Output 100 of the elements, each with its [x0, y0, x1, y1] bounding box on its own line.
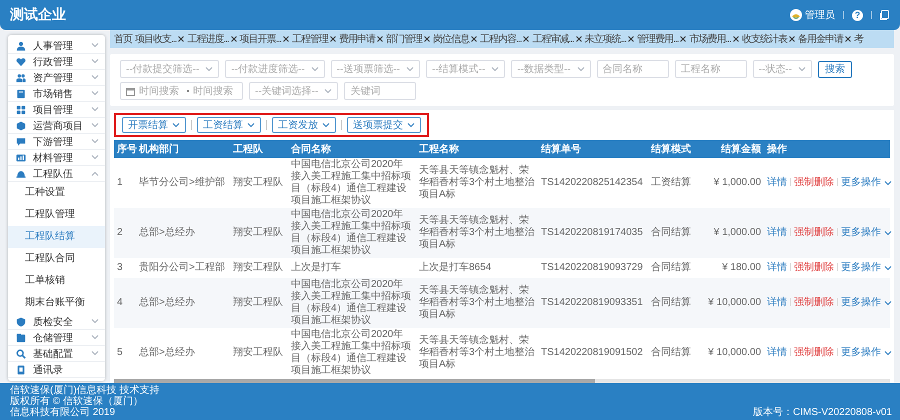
sidebar-item[interactable]: 人事管理: [8, 38, 105, 54]
table-cell: 合同结算: [648, 208, 698, 258]
input-field[interactable]: 合同名称: [596, 60, 669, 78]
sidebar-item[interactable]: 项目管理: [8, 102, 105, 118]
book-icon: [16, 88, 26, 98]
input-field[interactable]: 关键词: [344, 82, 416, 100]
helmet-icon: [16, 168, 26, 178]
sidebar-item[interactable]: 基础配置: [8, 346, 105, 362]
sidebar-subitem[interactable]: 工程队管理: [8, 204, 105, 226]
delete-link[interactable]: 强制删除: [794, 227, 834, 239]
table-cell: 上次是打车: [288, 258, 416, 278]
sidebar-item[interactable]: 运营商项目: [8, 118, 105, 134]
tab[interactable]: 市场费用...: [689, 32, 739, 46]
tab[interactable]: 备用金申请: [798, 32, 851, 46]
details-link[interactable]: 详情: [767, 297, 787, 309]
sidebar-subitem[interactable]: 工程队结算: [8, 226, 105, 248]
caret-icon: [324, 88, 332, 94]
table-cell: 合同结算: [648, 258, 698, 278]
tab[interactable]: 考: [854, 32, 863, 46]
delete-link[interactable]: 强制删除: [794, 297, 834, 309]
tab[interactable]: 工程审减...: [532, 32, 582, 46]
cube-icon: [16, 120, 26, 130]
more-actions-link[interactable]: 更多操作: [841, 177, 892, 189]
sidebar-item[interactable]: 行政管理: [8, 54, 105, 70]
tab[interactable]: 首页: [114, 32, 132, 46]
table-cell: 翔安工程队: [230, 258, 288, 278]
sidebar-item[interactable]: 工程队伍: [8, 166, 105, 182]
sidebar-item[interactable]: 市场销售: [8, 86, 105, 102]
search-icon: [16, 348, 26, 358]
sidebar-item[interactable]: 材料管理: [8, 150, 105, 166]
dropdown-button[interactable]: 工资结算: [197, 117, 261, 133]
column-header: 合同名称: [288, 140, 416, 158]
delete-link[interactable]: 强制删除: [794, 262, 834, 274]
table-cell: 翔安工程队: [230, 208, 288, 258]
people-icon: [16, 72, 26, 82]
sidebar-item[interactable]: 仓储管理: [8, 330, 105, 346]
tab[interactable]: 费用申请: [339, 32, 384, 46]
more-actions-link[interactable]: 更多操作: [841, 227, 892, 239]
sidebar-item[interactable]: 下游管理: [8, 134, 105, 150]
help-button[interactable]: ?: [852, 10, 863, 20]
person-icon: [16, 40, 26, 50]
user-menu[interactable]: 管理员: [790, 8, 835, 22]
tab[interactable]: 项目开票...: [240, 32, 290, 46]
details-link[interactable]: 详情: [767, 177, 787, 189]
caret-icon: [884, 266, 892, 270]
dropdown-button[interactable]: 开票结算: [122, 117, 186, 133]
table-cell: ¥ 10,000.00: [698, 328, 764, 378]
sidebar-item[interactable]: 质检安全: [8, 314, 105, 330]
table-cell: 天等县天等镇念魁村、荣华稻香村等3个村土地整治项目A标: [416, 278, 538, 328]
table-cell: 天等县天等镇念魁村、荣华稻香村等3个村土地整治项目A标: [416, 158, 538, 208]
delete-link[interactable]: 强制删除: [794, 177, 834, 189]
tab[interactable]: 管理费用...: [637, 32, 686, 46]
table-cell: 中国电信北京公司2020年接入美工程施工集中招标项目（标段4）通信工程建设项目施工框架协议: [288, 278, 416, 328]
table-cell: 合同结算: [648, 328, 698, 378]
window-icon: [880, 10, 890, 20]
sidebar-subitem[interactable]: 工单核销: [8, 270, 105, 292]
details-link[interactable]: 详情: [767, 347, 787, 359]
caret-icon: [576, 66, 585, 72]
tab[interactable]: 未立项统...: [584, 32, 634, 46]
column-header: 结算模式: [648, 140, 698, 158]
more-actions-link[interactable]: 更多操作: [841, 297, 892, 309]
tab[interactable]: 项目收支...: [135, 32, 184, 46]
avatar-icon: [790, 9, 802, 21]
tab[interactable]: 岗位信息: [433, 32, 478, 46]
sidebar-item[interactable]: 资产管理: [8, 70, 105, 86]
sidebar-subitem[interactable]: 工程队合同: [8, 248, 105, 270]
column-header: 工程名称: [416, 140, 538, 158]
input-field[interactable]: 工程名称: [674, 60, 747, 78]
tab[interactable]: 部门管理: [386, 32, 430, 46]
details-link[interactable]: 详情: [767, 262, 787, 274]
table-cell: 2: [114, 208, 136, 258]
tab[interactable]: 工程进度...: [187, 32, 237, 46]
search-button[interactable]: 搜索: [818, 60, 852, 78]
table-cell: TS1420220819093729: [538, 258, 648, 278]
sidebar-subitem[interactable]: 工种设置: [8, 182, 105, 204]
tab[interactable]: 工程内容...: [480, 32, 530, 46]
sidebar-subitem[interactable]: 期末台账平衡: [8, 292, 105, 314]
more-actions-link[interactable]: 更多操作: [841, 262, 892, 274]
chat-icon: [16, 136, 26, 146]
caret-icon: [406, 66, 414, 72]
table-cell: 工资结算: [648, 158, 698, 208]
dropdown-button[interactable]: 送项票提交: [347, 117, 421, 133]
details-link[interactable]: 详情: [767, 227, 787, 239]
table-cell: 中国电信北京公司2020年接入美工程施工集中招标项目（标段4）通信工程建设项目施工框架协议: [288, 208, 416, 258]
more-actions-link[interactable]: 更多操作: [841, 347, 892, 359]
delete-link[interactable]: 强制删除: [794, 347, 834, 359]
caret-icon: [407, 122, 415, 128]
scrollbar[interactable]: [114, 379, 890, 383]
tab[interactable]: 工程管理: [292, 32, 336, 46]
column-header: 操作: [764, 140, 890, 158]
box-icon: [16, 332, 26, 342]
table-cell: ¥ 1,000.00: [698, 208, 764, 258]
dropdown-button[interactable]: 工资发放: [272, 117, 336, 133]
table-cell: 总部>总经办: [136, 208, 230, 258]
table-cell: TS1420220819091502: [538, 328, 648, 378]
table-cell: 毕节分公司>维护部: [136, 158, 230, 208]
sidebar-item[interactable]: 通讯录: [8, 362, 105, 378]
tab[interactable]: 收支统计表: [742, 32, 795, 46]
column-header: 工程队: [230, 140, 288, 158]
table-cell: 1: [114, 158, 136, 208]
